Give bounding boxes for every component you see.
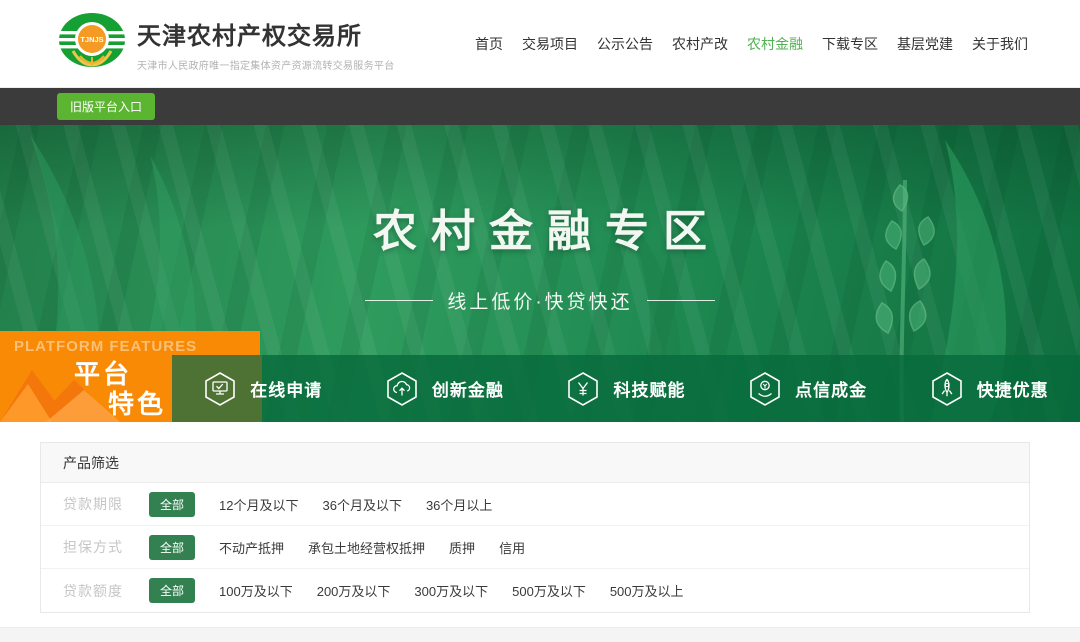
yuan-currency-icon [566, 371, 600, 407]
hero-banner: 农村金融专区 线上低价·快贷快还 PLATFORM FEATURES 平台 特色… [0, 125, 1080, 422]
subtitle-left-line [365, 300, 433, 301]
filter-options: 100万及以下 200万及以下 300万及以下 500万及以下 500万及以上 [219, 581, 684, 600]
banner-subtitle: 线上低价·快贷快还 [447, 287, 632, 314]
tjnjs-wheat-emblem-logo: TJNJS [57, 11, 127, 77]
secondary-bar: 旧版平台入口 [0, 88, 1080, 125]
filter-options: 12个月及以下 36个月及以下 36个月以上 [219, 495, 492, 514]
filter-all-button[interactable]: 全部 [149, 578, 195, 603]
filter-option[interactable]: 质押 [449, 538, 475, 557]
filter-option[interactable]: 200万及以下 [317, 581, 391, 600]
footer-strip [0, 627, 1080, 642]
cloud-upload-icon [385, 371, 419, 407]
site-subtitle: 天津市人民政府唯一指定集体资产资源流转交易服务平台 [137, 57, 395, 72]
menu-item-label: 创新金融 [432, 376, 504, 401]
filter-options: 不动产抵押 承包土地经营权抵押 质押 信用 [219, 538, 525, 557]
old-platform-entry-button[interactable]: 旧版平台入口 [57, 93, 155, 120]
nav-item[interactable]: 农村金融 [747, 34, 803, 54]
main-nav: 首页交易项目公示公告农村产改农村金融下载专区基层党建关于我们 [475, 34, 1028, 54]
menu-item-label: 快捷优惠 [977, 376, 1049, 401]
banner-title: 农村金融专区 [0, 195, 1080, 259]
platform-features-en-text: PLATFORM FEATURES [14, 338, 197, 355]
menu-item-innovative-finance[interactable]: 创新金融 [354, 355, 536, 422]
site-header: TJNJS 天津农村产权交易所 天津市人民政府唯一指定集体资产资源流转交易服务平… [0, 0, 1080, 88]
nav-item[interactable]: 关于我们 [972, 34, 1028, 54]
brand[interactable]: TJNJS 天津农村产权交易所 天津市人民政府唯一指定集体资产资源流转交易服务平… [57, 11, 395, 77]
filter-row: 担保方式 全部 不动产抵押 承包土地经营权抵押 质押 信用 [41, 526, 1029, 569]
filter-option[interactable]: 100万及以下 [219, 581, 293, 600]
filter-option[interactable]: 300万及以下 [414, 581, 488, 600]
filter-row: 贷款期限 全部 12个月及以下 36个月及以下 36个月以上 [41, 483, 1029, 526]
platform-features-cn-line2: 特色 [108, 384, 166, 421]
nav-item[interactable]: 农村产改 [672, 34, 728, 54]
feature-menu-bar: 在线申请 创新金融 科技赋能 点信成金 [172, 355, 1080, 422]
filter-row-label: 贷款期限 [63, 494, 133, 514]
filter-all-button[interactable]: 全部 [149, 492, 195, 517]
filter-option[interactable]: 500万及以下 [512, 581, 586, 600]
menu-item-tech-empowerment[interactable]: 科技赋能 [535, 355, 717, 422]
filter-option[interactable]: 信用 [499, 538, 525, 557]
menu-item-online-apply[interactable]: 在线申请 [172, 355, 354, 422]
filter-option[interactable]: 500万及以上 [610, 581, 684, 600]
hand-coin-icon [748, 371, 782, 407]
logo-badge-text: TJNJS [80, 35, 103, 44]
menu-item-label: 在线申请 [250, 376, 322, 401]
banner-text-block: 农村金融专区 线上低价·快贷快还 [0, 195, 1080, 314]
rocket-icon [930, 371, 964, 407]
product-filter-panel: 产品筛选 贷款期限 全部 12个月及以下 36个月及以下 36个月以上 担保方式 全… [40, 442, 1030, 613]
subtitle-right-line [647, 300, 715, 301]
nav-item[interactable]: 下载专区 [822, 34, 878, 54]
filter-option[interactable]: 36个月以上 [426, 495, 492, 514]
nav-item[interactable]: 交易项目 [522, 34, 578, 54]
filter-rows: 贷款期限 全部 12个月及以下 36个月及以下 36个月以上 担保方式 全部 不动产… [41, 483, 1029, 612]
site-title: 天津农村产权交易所 [137, 16, 395, 51]
filter-row: 贷款额度 全部 100万及以下 200万及以下 300万及以下 500万及以下 500万… [41, 569, 1029, 612]
filter-option[interactable]: 36个月及以下 [322, 495, 401, 514]
menu-item-fast-discount[interactable]: 快捷优惠 [898, 355, 1080, 422]
menu-item-label: 点信成金 [795, 376, 867, 401]
filter-panel-title: 产品筛选 [41, 443, 1029, 483]
filter-row-label: 贷款额度 [63, 581, 133, 601]
nav-item[interactable]: 公示公告 [597, 34, 653, 54]
filter-option[interactable]: 12个月及以下 [219, 495, 298, 514]
filter-option[interactable]: 承包土地经营权抵押 [308, 538, 425, 557]
nav-item[interactable]: 基层党建 [897, 34, 953, 54]
filter-option[interactable]: 不动产抵押 [219, 538, 284, 557]
monitor-check-icon [203, 371, 237, 407]
menu-item-label: 科技赋能 [613, 376, 685, 401]
menu-item-credit-to-gold[interactable]: 点信成金 [717, 355, 899, 422]
filter-row-label: 担保方式 [63, 537, 133, 557]
nav-item[interactable]: 首页 [475, 34, 503, 54]
filter-all-button[interactable]: 全部 [149, 535, 195, 560]
